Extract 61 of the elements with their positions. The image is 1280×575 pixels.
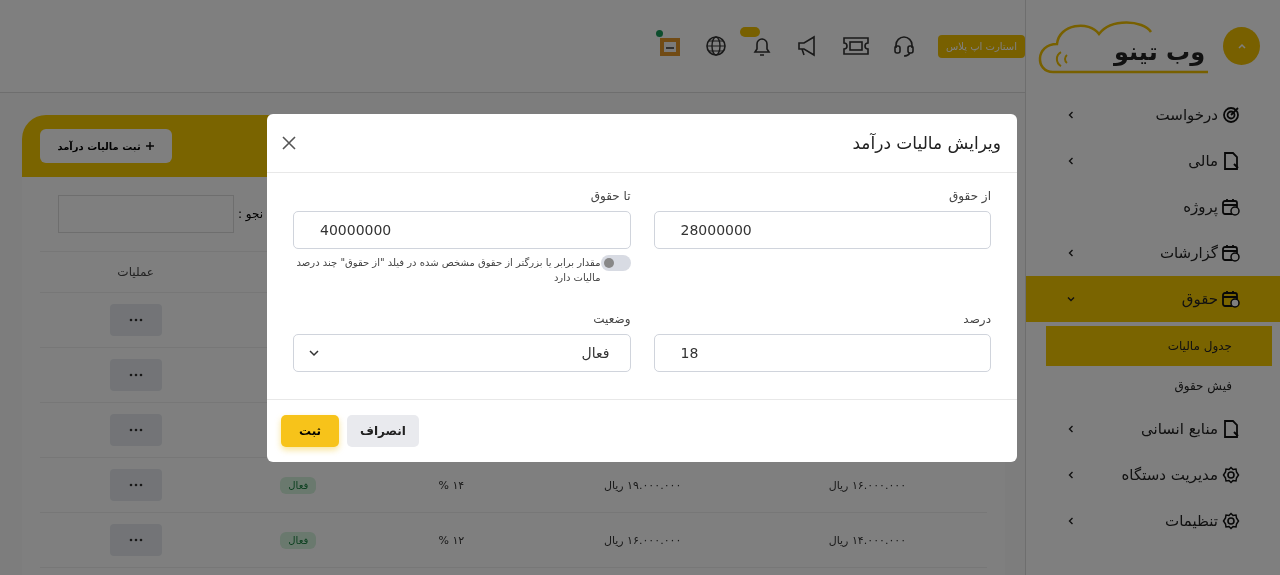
headset-icon[interactable] — [892, 34, 916, 58]
calendar-clock-icon — [1222, 198, 1240, 216]
cancel-button[interactable]: انصراف — [347, 415, 419, 447]
input-field[interactable]: 28000000 — [653, 211, 991, 249]
table-cell: ۱۶.۰۰۰.۰۰۰ ریال — [603, 533, 682, 547]
field-label: درصد — [962, 312, 991, 326]
submit-button[interactable]: ثبت — [281, 415, 339, 447]
close-icon[interactable] — [281, 135, 297, 151]
chevron-icon — [1066, 470, 1076, 480]
sidebar-item[interactable]: گزارشات — [1026, 230, 1280, 276]
more-icon — [128, 373, 143, 377]
submenu-item[interactable]: فیش حقوق — [1046, 366, 1272, 406]
submenu-item[interactable]: جدول مالیات — [1046, 326, 1272, 366]
logo: وب تینو — [1038, 14, 1214, 78]
chevron-icon — [1066, 110, 1076, 120]
chevron-icon — [1066, 424, 1076, 434]
document-icon — [1222, 420, 1240, 438]
sidebar-item[interactable]: مدیریت دستگاه — [1026, 452, 1280, 498]
table-cell: ۱۹.۰۰۰.۰۰۰ ریال — [603, 478, 682, 492]
settings-icon — [1222, 466, 1240, 484]
plus-icon — [144, 141, 155, 151]
more-icon — [128, 428, 143, 432]
chevron-icon — [1066, 516, 1076, 526]
chevron-icon — [1066, 156, 1076, 166]
more-icon — [128, 538, 143, 542]
dialog-title: ویرایش مالیات درآمد — [852, 133, 1001, 153]
sidebar-item[interactable]: مالی — [1026, 138, 1280, 184]
toggle-switch[interactable] — [600, 255, 631, 271]
chevron-icon — [1066, 248, 1076, 258]
table-cell: ۱۴ % — [438, 478, 465, 492]
calendar-clock-icon — [1222, 290, 1240, 308]
search-label: نجو : — [238, 207, 264, 221]
more-icon — [128, 318, 143, 322]
status-select[interactable]: فعال — [293, 334, 631, 372]
table-cell: ۱۴.۰۰۰.۰۰۰ ریال — [828, 533, 907, 547]
sidebar-item[interactable]: پروژه — [1026, 184, 1280, 230]
status-badge: فعال — [280, 476, 317, 494]
field-label: وضعیت — [592, 312, 631, 326]
table-cell: ۱۶.۰۰۰.۰۰۰ ریال — [828, 478, 907, 492]
add-tax-button[interactable]: ثبت مالیات درآمد — [40, 129, 172, 163]
sidebar-item[interactable]: تنظیمات — [1026, 498, 1280, 544]
status-badge: فعال — [280, 531, 317, 549]
globe-icon[interactable] — [704, 34, 728, 58]
table-cell: ۱۲ % — [438, 533, 465, 547]
caret-icon — [308, 347, 320, 359]
field-label: تا حقوق — [589, 189, 631, 203]
input-field[interactable]: 18 — [653, 334, 991, 372]
document-icon — [1222, 152, 1240, 170]
field-label: از حقوق — [948, 189, 991, 203]
column-header: عملیات — [116, 265, 155, 279]
sidebar-item[interactable]: درخواست — [1026, 92, 1280, 138]
sidebar-item[interactable]: حقوق — [1026, 276, 1280, 322]
sidebar-item[interactable]: منابع انسانی — [1026, 406, 1280, 452]
settings-icon — [1222, 512, 1240, 530]
more-icon — [128, 483, 143, 487]
chevron-icon — [1066, 294, 1076, 304]
help-text: مقدار برابر یا بزرگتر از حقوق مشخص شده در فیلد "از حقوق" چند درصد مالیات دارد — [295, 256, 601, 285]
target-icon — [1222, 106, 1240, 124]
calendar-clock-icon — [1222, 244, 1240, 262]
ticket-icon[interactable] — [842, 36, 870, 56]
input-field[interactable]: 40000000 — [293, 211, 631, 249]
